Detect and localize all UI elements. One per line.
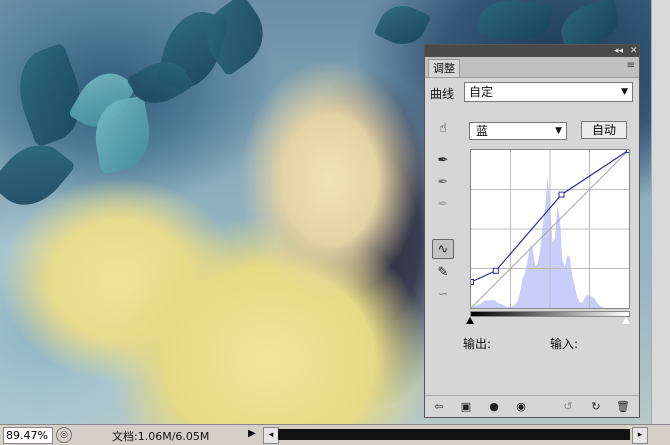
curve-control-point[interactable] (558, 191, 565, 198)
channel-dropdown[interactable]: 蓝 ▼ (469, 122, 567, 140)
vertical-scrollbar[interactable] (651, 0, 670, 424)
curve-control-point[interactable] (626, 147, 632, 153)
mask-icon[interactable]: ● (486, 399, 502, 415)
leaf-decoration (477, 0, 553, 46)
auto-button[interactable]: 自动 (581, 121, 627, 139)
black-point-slider[interactable] (466, 317, 474, 324)
scroll-left-icon[interactable]: ◂ (263, 427, 279, 444)
curve-edit-icon[interactable]: ∿ (432, 239, 454, 259)
target-adjust-icon[interactable]: ☝ (432, 119, 454, 139)
black-eyedropper-icon[interactable]: ✒ (432, 151, 454, 171)
eye-icon[interactable]: ◉ (513, 399, 529, 415)
output-label: 输出: (463, 337, 492, 351)
chevron-down-icon: ▼ (621, 87, 628, 97)
preset-dropdown[interactable]: 自定 ▼ (464, 82, 633, 102)
leaf-decoration (373, 0, 432, 53)
curves-label: 曲线 (430, 87, 455, 101)
curve-control-point[interactable] (492, 267, 499, 274)
clip-layer-icon[interactable]: ▣ (458, 399, 474, 415)
input-gradient-bar (470, 311, 630, 317)
status-bar: 89.47% ◎ 文档:1.06M/6.05M ▶ ◂ ▸ (0, 424, 670, 445)
back-arrow-icon[interactable]: ⇦ (431, 399, 447, 415)
panel-bottom-bar: ⇦ ▣ ● ◉ ↺ ↻ 🗑 (425, 395, 639, 418)
gray-eyedropper-icon[interactable]: ✒ (432, 173, 454, 193)
white-eyedropper-icon[interactable]: ✒ (432, 195, 454, 215)
smooth-curve-icon[interactable]: ∽ (432, 285, 454, 305)
curve-graph[interactable] (468, 147, 632, 309)
panel-tab-row: 调整 ≡ (425, 57, 639, 78)
zoom-field[interactable]: 89.47% (3, 427, 53, 444)
trash-icon[interactable]: 🗑 (615, 399, 631, 415)
curve-svg[interactable] (468, 147, 632, 309)
close-icon[interactable]: ✕ (630, 46, 638, 56)
preset-value: 自定 (469, 85, 494, 99)
curve-control-point[interactable] (468, 278, 474, 285)
adjustments-panel: ◂◂ ✕ 调整 ≡ 曲线 自定 ▼ ☝ ✒ ✒ ✒ ∿ ✎ ∽ 蓝 ▼ 自动 输… (424, 44, 640, 418)
collapse-icon[interactable]: ◂◂ (614, 46, 623, 56)
white-point-slider[interactable] (622, 317, 630, 324)
pencil-icon[interactable]: ✎ (432, 263, 454, 283)
scroll-right-icon[interactable]: ▸ (632, 427, 648, 444)
panel-menu-icon[interactable]: ≡ (627, 60, 635, 71)
status-menu-arrow-icon[interactable]: ▶ (248, 428, 256, 439)
horizontal-scrollbar[interactable] (278, 429, 630, 440)
reset-icon[interactable]: ↻ (588, 399, 604, 415)
channel-value: 蓝 (476, 124, 489, 138)
view-previous-icon[interactable]: ↺ (560, 399, 576, 415)
chevron-down-icon: ▼ (555, 126, 562, 136)
info-icon[interactable]: ◎ (56, 427, 72, 443)
document-size: 文档:1.06M/6.05M (112, 430, 210, 443)
panel-titlebar[interactable]: ◂◂ ✕ (425, 45, 639, 57)
tab-adjustments[interactable]: 调整 (428, 59, 460, 77)
input-label: 输入: (550, 337, 579, 351)
